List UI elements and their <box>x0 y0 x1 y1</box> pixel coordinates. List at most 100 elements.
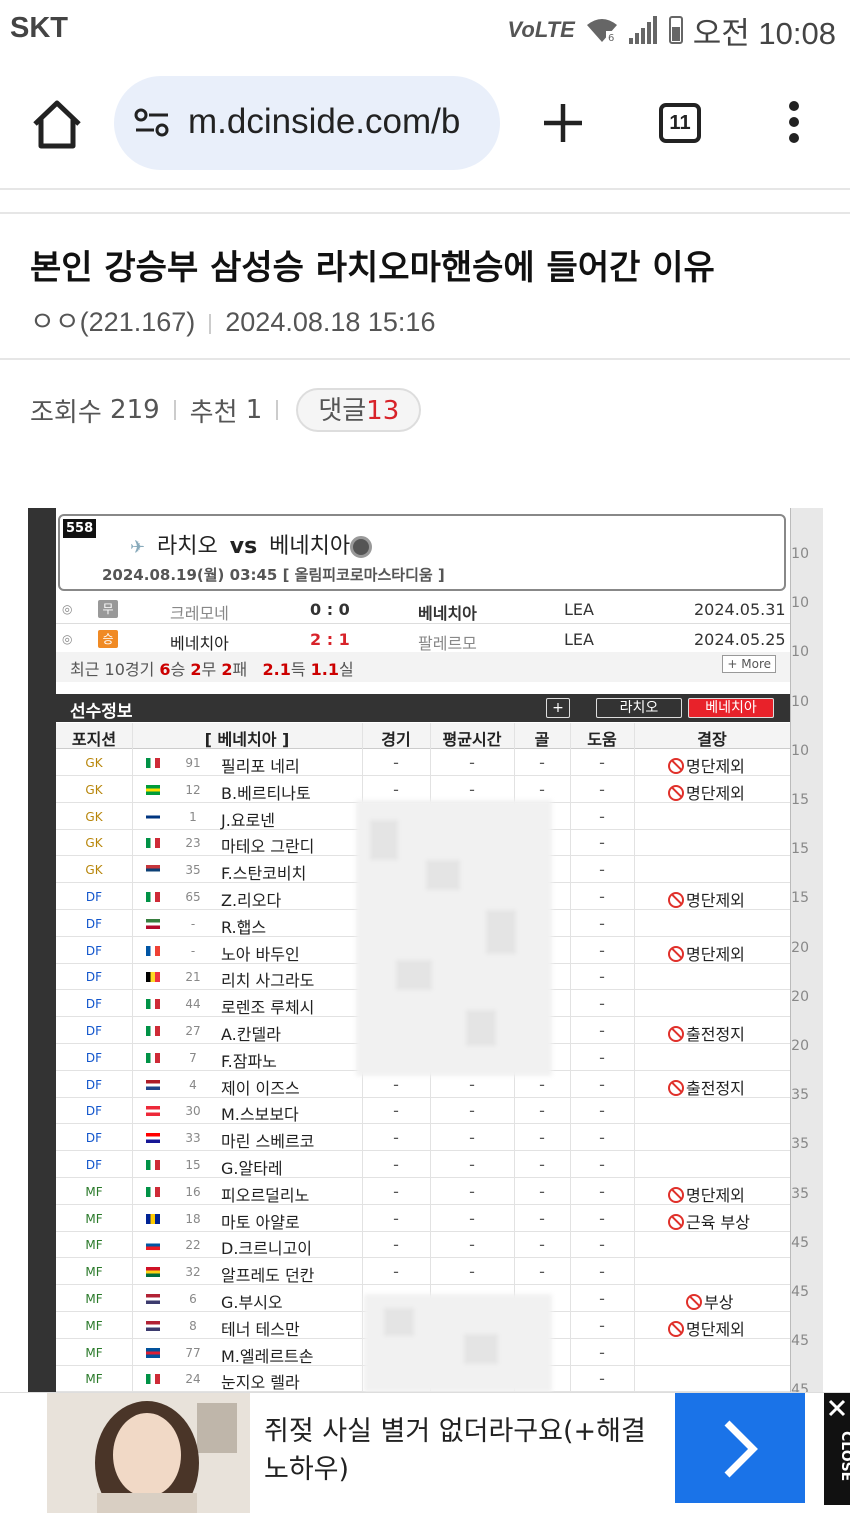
radio-icon[interactable]: ◎ <box>62 632 72 646</box>
player-row[interactable]: DF 33 마린 스베르코 - - - - <box>56 1124 790 1152</box>
player-number: - <box>190 916 196 931</box>
recent-match-row[interactable]: ◎ 승 베네치아 2 : 1 팔레르모 LEA 2024.05.25 <box>56 624 790 654</box>
player-row[interactable]: GK 91 필리포 네리 - - - - 명단제외 <box>56 749 790 776</box>
match-header: 558 ✈ 라치오 vs 베네치아 2024.08.19(월) 03:45 [ 올림… <box>58 514 786 591</box>
post-datetime: 2024.08.18 15:16 <box>225 307 436 337</box>
edge-number: 45 <box>791 1382 809 1392</box>
country-flag-icon <box>146 892 160 902</box>
ad-close-button[interactable]: CLOSE <box>824 1393 850 1505</box>
player-number: 21 <box>185 970 201 985</box>
summary-draws: 2 <box>190 660 202 679</box>
absence-status: 명단제외 <box>668 1316 745 1340</box>
player-games: - <box>393 1181 399 1201</box>
player-position: MF <box>85 1184 103 1199</box>
edge-number: 45 <box>791 1284 809 1300</box>
player-name[interactable]: A.칸델라 <box>221 1021 281 1045</box>
player-name[interactable]: 테너 테스만 <box>221 1316 300 1340</box>
col-goals: 골 <box>534 730 550 749</box>
player-goals: - <box>539 1128 545 1148</box>
player-name[interactable]: M.스보보다 <box>221 1101 299 1125</box>
player-name[interactable]: 눈지오 렐라 <box>221 1369 300 1392</box>
player-row[interactable]: DF 30 M.스보보다 - - - - <box>56 1097 790 1125</box>
recent-match-row[interactable]: ◎ 무 크레모네 0 : 0 베네치아 LEA 2024.05.31 <box>56 594 790 624</box>
edge-number: 35 <box>791 1185 809 1202</box>
url-bar[interactable]: m.dcinside.com/b <box>114 76 500 170</box>
player-position: DF <box>85 916 103 931</box>
player-row[interactable]: MF 32 알프레도 던칸 - - - - <box>56 1258 790 1286</box>
player-name[interactable]: D.크르니고이 <box>221 1235 312 1259</box>
player-name[interactable]: Z.리오다 <box>221 887 281 911</box>
player-row[interactable]: MF 18 마토 아얄로 - - - - 근육 부상 <box>56 1205 790 1232</box>
absence-status: 근육 부상 <box>668 1209 750 1233</box>
tab-switcher-button[interactable]: 11 <box>659 103 701 143</box>
player-assists: - <box>599 1181 605 1201</box>
player-name[interactable]: B.베르티나토 <box>221 780 311 804</box>
comments-button[interactable]: 댓글13 <box>296 388 422 432</box>
player-number: - <box>190 943 196 958</box>
edge-number: 10 <box>791 644 809 661</box>
player-assists: - <box>599 887 605 906</box>
player-games: - <box>393 1235 399 1255</box>
player-name[interactable]: F.스탄코비치 <box>221 860 306 884</box>
result-badge: 무 <box>98 600 118 618</box>
player-name[interactable]: J.요로넨 <box>221 807 275 831</box>
tab-venezia[interactable]: 베네치아 <box>688 698 774 718</box>
player-position: DF <box>85 1024 103 1038</box>
country-flag-icon <box>146 1133 160 1144</box>
expand-button[interactable]: + <box>546 698 570 718</box>
player-name[interactable]: 노아 바두인 <box>221 941 300 965</box>
recent-score: 2 : 1 <box>310 630 350 649</box>
player-name[interactable]: 마린 스베르코 <box>221 1128 314 1152</box>
col-assists: 도움 <box>587 730 617 749</box>
url-text[interactable]: m.dcinside.com/b <box>188 102 460 142</box>
player-name[interactable]: F.잠파노 <box>221 1048 277 1072</box>
player-name[interactable]: R.햅스 <box>221 914 266 938</box>
post-image[interactable]: 558 ✈ 라치오 vs 베네치아 2024.08.19(월) 03:45 [ 올림… <box>28 508 823 1392</box>
ad-banner[interactable]: 쥐젖 사실 별거 없더라구요(+해결 노하우) CLOSE <box>0 1392 850 1513</box>
country-flag-icon <box>146 758 160 768</box>
player-assists: - <box>599 779 605 799</box>
player-row[interactable]: DF 15 G.알타레 - - - - <box>56 1151 790 1178</box>
player-number: 77 <box>185 1345 201 1360</box>
site-settings-icon[interactable] <box>134 108 170 138</box>
result-badge: 승 <box>98 630 118 648</box>
new-tab-icon[interactable] <box>542 102 584 144</box>
volte-icon: VoLTE <box>507 17 575 42</box>
player-name[interactable]: G.부시오 <box>221 1289 283 1313</box>
player-name[interactable]: 마테오 그란디 <box>221 833 314 857</box>
post-author[interactable]: ㅇㅇ(221.167) <box>30 307 195 337</box>
player-avg-time: - <box>469 1074 475 1094</box>
more-button[interactable]: + More <box>722 655 776 673</box>
player-position: DF <box>85 890 103 904</box>
player-name[interactable]: 제이 이즈스 <box>221 1075 300 1099</box>
player-games: - <box>393 1262 399 1282</box>
no-entry-icon <box>668 945 684 962</box>
ad-arrow-button[interactable] <box>675 1393 805 1503</box>
player-name[interactable]: 알프레도 던칸 <box>221 1262 314 1286</box>
tab-lazio[interactable]: 라치오 <box>596 698 682 718</box>
player-row[interactable]: MF 22 D.크르니고이 - - - - <box>56 1231 790 1259</box>
player-avg-time: - <box>469 1101 475 1121</box>
ad-text[interactable]: 쥐젖 사실 별거 없더라구요(+해결 노하우) <box>264 1413 664 1489</box>
player-name[interactable]: 필리포 네리 <box>221 753 300 777</box>
player-avg-time: - <box>469 1155 475 1174</box>
player-name[interactable]: G.알타레 <box>221 1155 283 1179</box>
player-name[interactable]: 리치 사그라도 <box>221 967 314 991</box>
player-name[interactable]: 마토 아얄로 <box>221 1209 300 1233</box>
home-icon[interactable] <box>30 98 84 152</box>
player-name[interactable]: 피오르덜리노 <box>221 1182 309 1206</box>
player-goals: - <box>539 779 545 799</box>
player-name[interactable]: M.엘레르트손 <box>221 1343 314 1367</box>
edge-number: 10 <box>791 742 809 759</box>
venezia-logo-icon <box>350 536 373 558</box>
player-goals: - <box>539 1155 545 1174</box>
status-bar: SKT VoLTE 6 오전 10:08 <box>0 0 850 60</box>
summary-wins-label: 승 <box>170 660 186 679</box>
player-row[interactable]: MF 16 피오르덜리노 - - - - 명단제외 <box>56 1178 790 1205</box>
more-menu-icon[interactable] <box>784 101 804 147</box>
close-icon <box>828 1399 846 1417</box>
player-name[interactable]: 로렌조 루체시 <box>221 994 314 1018</box>
player-row[interactable]: GK 12 B.베르티나토 - - - - 명단제외 <box>56 776 790 803</box>
radio-icon[interactable]: ◎ <box>62 602 72 616</box>
ad-photo[interactable] <box>47 1393 250 1513</box>
